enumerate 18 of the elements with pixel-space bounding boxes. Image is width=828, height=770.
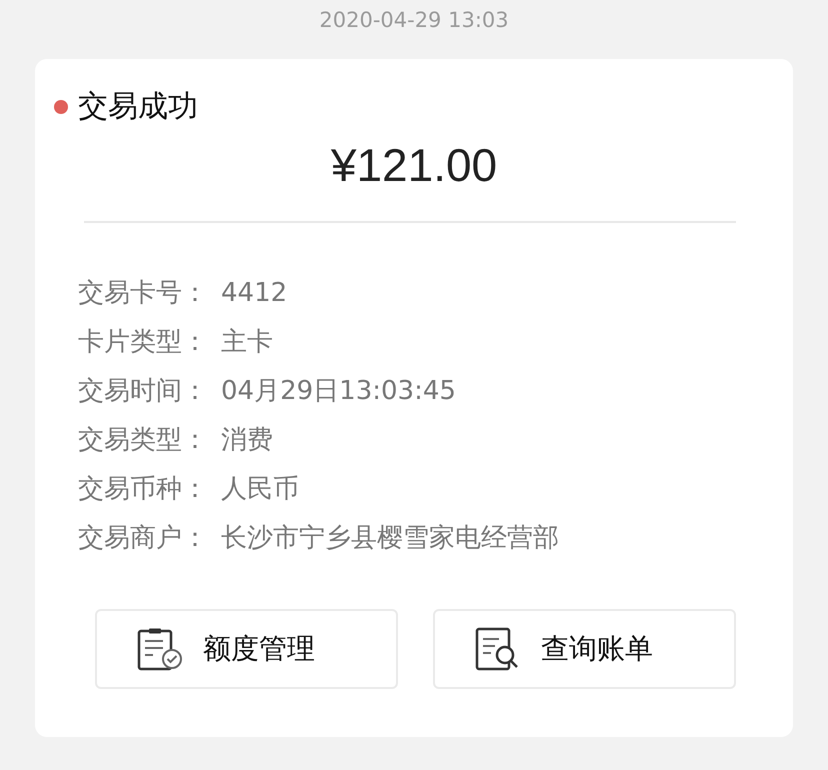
clipboard-check-icon: [137, 627, 183, 671]
detail-label: 交易类型：: [78, 424, 209, 457]
detail-value: 04月29日13:03:45: [221, 375, 456, 408]
detail-value: 4412: [221, 277, 288, 310]
timestamp: 2020-04-29 13:03: [318, 7, 510, 34]
action-button[interactable]: 额度管理: [95, 609, 398, 689]
detail-value: 人民币: [221, 473, 299, 506]
detail-label: 交易卡号：: [78, 277, 209, 310]
status-label: 交易成功: [78, 88, 198, 126]
detail-label: 交易商户：: [78, 522, 209, 555]
detail-label: 交易币种：: [78, 473, 209, 506]
detail-value: 主卡: [221, 326, 273, 359]
detail-value: 消费: [221, 424, 273, 457]
detail-label: 交易时间：: [78, 375, 209, 408]
action-button[interactable]: 查询账单: [433, 609, 736, 689]
detail-label: 卡片类型：: [78, 326, 209, 359]
amount: ¥121.00: [330, 138, 498, 193]
detail-value: 长沙市宁乡县樱雪家电经营部: [221, 522, 559, 555]
